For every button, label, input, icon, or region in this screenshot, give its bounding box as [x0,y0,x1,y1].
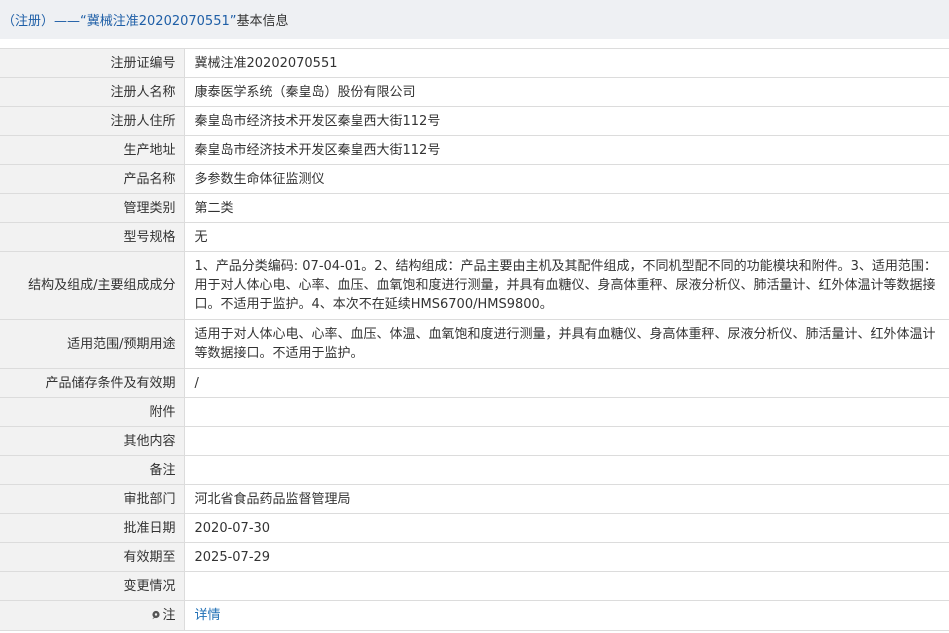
table-row: 批准日期 2020-07-30 [0,513,949,543]
table-row: 生产地址 秦皇岛市经济技术开发区秦皇西大街112号 [0,135,949,165]
row-label: 生产地址 [0,135,185,165]
row-label: 注册人住所 [0,106,185,136]
row-value: 第二类 [184,193,949,223]
table-row: 有效期至 2025-07-29 [0,542,949,572]
table-row: 注册证编号 冀械注准20202070551 [0,48,949,78]
row-label: 变更情况 [0,571,185,601]
row-value: 多参数生命体征监测仪 [184,164,949,194]
info-table: 注册证编号 冀械注准20202070551 注册人名称 康泰医学系统（秦皇岛）股… [0,48,949,631]
row-value [184,397,949,427]
page-title: （注册）—— “冀械注准20202070551” 基本信息 [0,0,949,39]
registration-detail-page: （注册）—— “冀械注准20202070551” 基本信息 注册证编号 冀械注准… [0,0,949,633]
note-value-cell: 详情 [184,600,949,631]
row-label: 审批部门 [0,484,185,514]
title-registration-number: “冀械注准20202070551” [80,14,237,29]
row-value: 适用于对人体心电、心率、血压、体温、血氧饱和度进行测量，并具有血糖仪、身高体重秤… [184,319,949,369]
table-row: 管理类别 第二类 [0,193,949,223]
table-row: 型号规格 无 [0,222,949,252]
note-row: 注 详情 [0,600,949,631]
note-label: 注 [162,608,176,623]
row-label: 型号规格 [0,222,185,252]
table-row: 结构及组成/主要组成成分 1、产品分类编码: 07-04-01。2、结构组成：产… [0,251,949,320]
note-label-cell: 注 [0,600,185,631]
table-row: 适用范围/预期用途 适用于对人体心电、心率、血压、体温、血氧饱和度进行测量，并具… [0,319,949,369]
row-label: 适用范围/预期用途 [0,319,185,369]
title-suffix: 基本信息 [236,14,289,29]
table-row: 变更情况 [0,571,949,601]
table-row: 产品名称 多参数生命体征监测仪 [0,164,949,194]
row-value [184,455,949,485]
table-row: 注册人名称 康泰医学系统（秦皇岛）股份有限公司 [0,77,949,107]
row-label: 附件 [0,397,185,427]
row-label: 管理类别 [0,193,185,223]
row-value: 河北省食品药品监督管理局 [184,484,949,514]
row-value: 2025-07-29 [184,542,949,572]
row-value: / [184,368,949,398]
table-row: 其他内容 [0,426,949,456]
row-label: 有效期至 [0,542,185,572]
details-link[interactable]: 详情 [195,608,221,623]
row-value [184,571,949,601]
table-row: 产品储存条件及有效期 / [0,368,949,398]
row-label: 备注 [0,455,185,485]
row-value: 秦皇岛市经济技术开发区秦皇西大街112号 [184,135,949,165]
row-value: 冀械注准20202070551 [184,48,949,78]
info-pin-icon [152,610,161,620]
row-label: 产品储存条件及有效期 [0,368,185,398]
table-row: 审批部门 河北省食品药品监督管理局 [0,484,949,514]
row-value: 1、产品分类编码: 07-04-01。2、结构组成：产品主要由主机及其配件组成，… [184,251,949,320]
table-row: 备注 [0,455,949,485]
row-label: 结构及组成/主要组成成分 [0,251,185,320]
row-label: 注册证编号 [0,48,185,78]
row-value: 无 [184,222,949,252]
table-row: 注册人住所 秦皇岛市经济技术开发区秦皇西大街112号 [0,106,949,136]
row-value: 2020-07-30 [184,513,949,543]
row-value: 康泰医学系统（秦皇岛）股份有限公司 [184,77,949,107]
table-row: 附件 [0,397,949,427]
row-label: 注册人名称 [0,77,185,107]
row-value: 秦皇岛市经济技术开发区秦皇西大街112号 [184,106,949,136]
row-value [184,426,949,456]
row-label: 产品名称 [0,164,185,194]
row-label: 批准日期 [0,513,185,543]
title-prefix: （注册）—— [2,14,81,29]
row-label: 其他内容 [0,426,185,456]
